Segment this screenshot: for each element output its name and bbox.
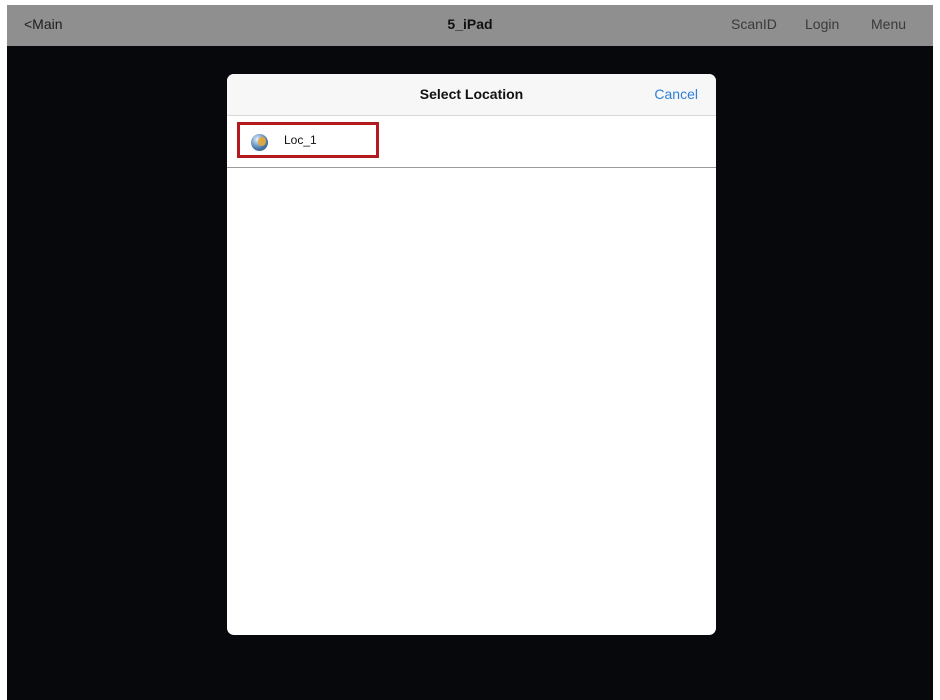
menu-button[interactable]: Menu <box>871 16 906 32</box>
login-button[interactable]: Login <box>805 16 839 32</box>
ipad-screen: <Main 5_iPad ScanID Login Menu Select Lo… <box>7 5 933 700</box>
top-navigation-bar: <Main 5_iPad ScanID Login Menu <box>7 5 933 46</box>
select-location-dialog: Select Location Cancel Loc_1 <box>227 74 716 635</box>
location-list-item[interactable]: Loc_1 <box>227 116 716 168</box>
page-title: 5_iPad <box>447 16 493 32</box>
dialog-title: Select Location <box>419 86 524 102</box>
scan-id-button[interactable]: ScanID <box>731 16 777 32</box>
cancel-button[interactable]: Cancel <box>654 86 698 102</box>
globe-icon <box>251 134 268 151</box>
location-label: Loc_1 <box>284 133 317 147</box>
dialog-header: Select Location Cancel <box>227 74 716 116</box>
